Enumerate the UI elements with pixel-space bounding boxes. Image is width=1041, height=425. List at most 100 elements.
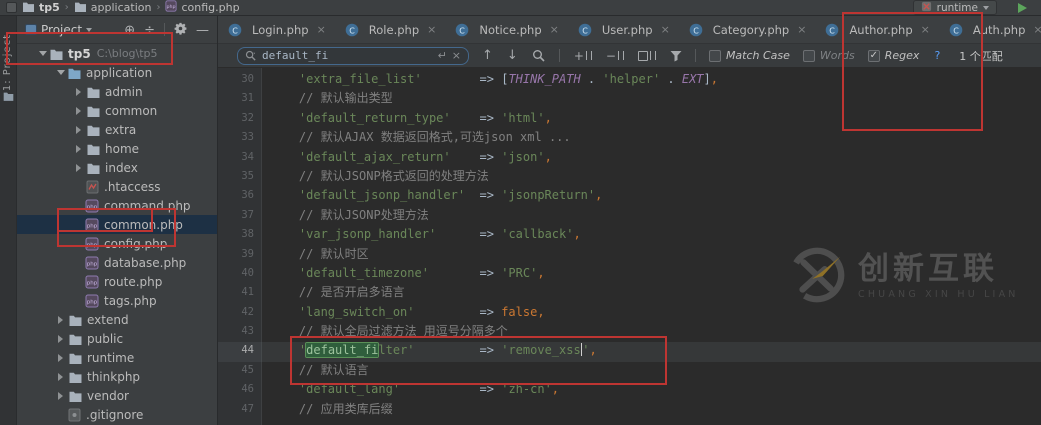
tab-Author.php[interactable]: C Author.php ×: [815, 16, 938, 43]
tree-item-.gitignore[interactable]: .gitignore: [17, 405, 217, 424]
search-magnifier-icon[interactable]: [245, 50, 257, 62]
line-number[interactable]: 31: [218, 89, 262, 108]
newline-icon[interactable]: ↵: [438, 50, 447, 61]
tree-item-common.php[interactable]: php common.php: [17, 215, 217, 234]
tree-item-tp5[interactable]: tp5 C:\blog\tp5: [17, 44, 217, 63]
code-line[interactable]: 'default_return_type' => 'html',: [270, 109, 1041, 128]
tree-item-config.php[interactable]: php config.php: [17, 234, 217, 253]
line-number[interactable]: 36: [218, 186, 262, 205]
next-occurrence-icon[interactable]: ↓: [507, 49, 518, 62]
words-option[interactable]: Words: [802, 49, 855, 62]
chevron-collapsed-icon[interactable]: [73, 106, 85, 115]
line-number[interactable]: 40: [218, 264, 262, 283]
breadcrumb-item-application[interactable]: application: [91, 1, 152, 14]
line-number[interactable]: 46: [218, 380, 262, 399]
chevron-collapsed-icon[interactable]: [55, 334, 67, 343]
tree-item-command.php[interactable]: php command.php: [17, 196, 217, 215]
chevron-expanded-icon[interactable]: [55, 66, 66, 79]
search-input[interactable]: [262, 49, 433, 62]
tab-close-icon[interactable]: ×: [317, 23, 326, 36]
tree-item-public[interactable]: public: [17, 329, 217, 348]
run-button[interactable]: [1018, 2, 1027, 13]
line-number[interactable]: 42: [218, 303, 262, 322]
line-number[interactable]: 39: [218, 245, 262, 264]
chevron-collapsed-icon[interactable]: [73, 144, 85, 153]
filter-icon[interactable]: [670, 50, 682, 62]
code-line[interactable]: // 默认JSONP处理方法: [270, 206, 1041, 225]
tab-close-icon[interactable]: ×: [427, 23, 436, 36]
code-line[interactable]: 'default_jsonp_handler' => 'jsonpReturn'…: [270, 186, 1041, 205]
tab-Notice.php[interactable]: C Notice.php ×: [445, 16, 568, 43]
tree-item-runtime[interactable]: runtime: [17, 348, 217, 367]
chevron-down-icon[interactable]: [86, 28, 93, 35]
tab-close-icon[interactable]: ×: [1033, 23, 1041, 36]
tree-item-vendor[interactable]: vendor: [17, 386, 217, 405]
commander-icon[interactable]: [3, 90, 14, 104]
tree-item-tags.php[interactable]: php tags.php: [17, 291, 217, 310]
chevron-collapsed-icon[interactable]: [55, 372, 67, 381]
line-number[interactable]: 41: [218, 283, 262, 302]
code-line[interactable]: 'var_jsonp_handler' => 'callback',: [270, 225, 1041, 244]
line-number[interactable]: 32: [218, 109, 262, 128]
line-number[interactable]: 38: [218, 225, 262, 244]
chevron-collapsed-icon[interactable]: [55, 315, 67, 324]
code-line[interactable]: 'default_filter' => 'remove_xss ',: [270, 341, 1041, 360]
tree-item-admin[interactable]: admin: [17, 82, 217, 101]
tree-item-thinkphp[interactable]: thinkphp: [17, 367, 217, 386]
chevron-collapsed-icon[interactable]: [55, 391, 67, 400]
code-line[interactable]: // 应用类库后缀: [270, 400, 1041, 419]
project-stripe-label[interactable]: 1: Project: [2, 34, 13, 91]
find-all-icon[interactable]: [532, 49, 545, 62]
app-menu-icon[interactable]: [6, 2, 17, 13]
locate-icon[interactable]: ⊕: [124, 23, 135, 37]
code-line[interactable]: // 默认时区: [270, 245, 1041, 264]
line-number[interactable]: 47: [218, 400, 262, 419]
tree-item-.htaccess[interactable]: .htaccess: [17, 177, 217, 196]
tab-close-icon[interactable]: ×: [550, 23, 559, 36]
tab-User.php[interactable]: C User.php ×: [568, 16, 679, 43]
breadcrumb-item-config[interactable]: config.php: [181, 1, 239, 14]
line-number[interactable]: 43: [218, 322, 262, 341]
line-number[interactable]: 45: [218, 361, 262, 380]
match-case-option[interactable]: Match Case: [708, 49, 790, 62]
tree-item-extra[interactable]: extra: [17, 120, 217, 139]
regex-help-link[interactable]: ?: [934, 49, 940, 62]
code-line[interactable]: // 默认语言: [270, 361, 1041, 380]
remove-occurrence-icon[interactable]: −: [606, 50, 624, 62]
tree-item-index[interactable]: index: [17, 158, 217, 177]
tree-item-home[interactable]: home: [17, 139, 217, 158]
line-number[interactable]: 33: [218, 128, 262, 147]
tree-item-common[interactable]: common: [17, 101, 217, 120]
line-number[interactable]: 34: [218, 148, 262, 167]
code-line[interactable]: // 默认输出类型: [270, 89, 1041, 108]
tab-close-icon[interactable]: ×: [797, 23, 806, 36]
line-number[interactable]: 44: [218, 341, 262, 360]
chevron-collapsed-icon[interactable]: [73, 87, 85, 96]
hide-panel-icon[interactable]: —: [196, 23, 209, 37]
tab-Auth.php[interactable]: C Auth.php ×: [939, 16, 1041, 43]
tab-close-icon[interactable]: ×: [661, 23, 670, 36]
tab-Role.php[interactable]: C Role.php ×: [335, 16, 446, 43]
code-line[interactable]: // 默认全局过滤方法 用逗号分隔多个: [270, 322, 1041, 341]
run-configuration-selector[interactable]: runtime: [912, 0, 997, 15]
code-line[interactable]: 'default_ajax_return' => 'json',: [270, 148, 1041, 167]
code-editor[interactable]: 30 31 32 33 34 35 36 37 38 39 40 41 42 43 44 45 46 47 'ex…: [218, 68, 1041, 425]
code-line[interactable]: 'default_lang' => 'zh-cn',: [270, 380, 1041, 399]
tree-item-application[interactable]: application: [17, 63, 217, 82]
chevron-collapsed-icon[interactable]: [55, 353, 67, 362]
line-number[interactable]: 35: [218, 167, 262, 186]
words-checkbox[interactable]: [802, 49, 815, 62]
tree-item-extend[interactable]: extend: [17, 310, 217, 329]
chevron-collapsed-icon[interactable]: [73, 163, 85, 172]
code-line[interactable]: // 默认JSONP格式返回的处理方法: [270, 167, 1041, 186]
tree-item-database.php[interactable]: php database.php: [17, 253, 217, 272]
add-occurrence-icon[interactable]: +: [574, 50, 592, 62]
breadcrumb-item-tp5[interactable]: tp5: [39, 1, 60, 14]
code-line[interactable]: // 是否开启多语言: [270, 283, 1041, 302]
line-number[interactable]: 37: [218, 206, 262, 225]
select-all-occurrences-icon[interactable]: [637, 50, 656, 61]
tab-Login.php[interactable]: C Login.php ×: [218, 16, 335, 43]
collapse-all-icon[interactable]: ÷: [144, 23, 155, 37]
project-view-title[interactable]: Project: [41, 23, 82, 37]
chevron-collapsed-icon[interactable]: [73, 125, 85, 134]
